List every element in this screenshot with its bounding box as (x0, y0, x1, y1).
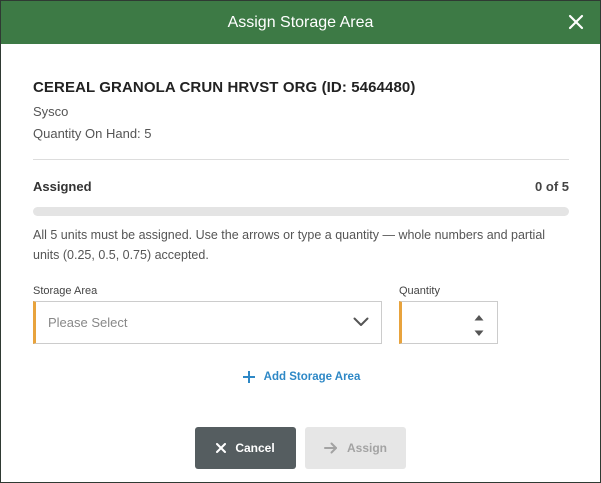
storage-area-field: Storage Area Please Select (33, 285, 382, 344)
quantity-field: Quantity (399, 285, 498, 344)
quantity-input[interactable] (399, 301, 498, 344)
quantity-on-hand: Quantity On Hand: 5 (33, 126, 152, 141)
assign-button[interactable]: Assign (305, 427, 406, 469)
increment-arrow-icon[interactable] (473, 310, 485, 321)
section-divider (33, 159, 569, 160)
cancel-button[interactable]: Cancel (195, 427, 296, 469)
dialog-header: Assign Storage Area (1, 1, 600, 44)
close-icon (216, 443, 227, 453)
assigned-label: Assigned (33, 179, 92, 194)
dialog-actions: Cancel Assign (1, 427, 600, 469)
storage-area-label: Storage Area (33, 285, 98, 297)
arrow-right-icon (323, 442, 337, 454)
close-icon[interactable] (566, 12, 586, 32)
item-supplier: Sysco (33, 104, 69, 119)
assignment-progress-bar (33, 207, 569, 216)
storage-area-select[interactable]: Please Select (33, 301, 382, 344)
item-name: CEREAL GRANOLA CRUN HRVST ORG (ID: 54644… (33, 79, 416, 96)
assigned-count: 0 of 5 (535, 179, 569, 194)
assignment-instructions: All 5 units must be assigned. Use the ar… (33, 228, 546, 262)
add-storage-area-label: Add Storage Area (263, 371, 361, 383)
add-storage-area-link[interactable]: Add Storage Area (33, 370, 569, 384)
assigned-summary: Assigned 0 of 5 (33, 179, 569, 194)
dialog-title: Assign Storage Area (227, 13, 374, 31)
dialog-body: CEREAL GRANOLA CRUN HRVST ORG (ID: 54644… (1, 79, 600, 384)
plus-icon (242, 371, 255, 383)
decrement-arrow-icon[interactable] (473, 325, 485, 336)
assign-storage-area-dialog: Assign Storage Area CEREAL GRANOLA CRUN … (0, 0, 601, 483)
chevron-down-icon (353, 314, 369, 332)
storage-area-placeholder: Please Select (48, 315, 128, 330)
cancel-button-label: Cancel (235, 441, 275, 455)
quantity-label: Quantity (399, 285, 440, 297)
assign-button-label: Assign (346, 441, 387, 455)
storage-assignment-row: Storage Area Please Select Quantity (33, 285, 569, 344)
